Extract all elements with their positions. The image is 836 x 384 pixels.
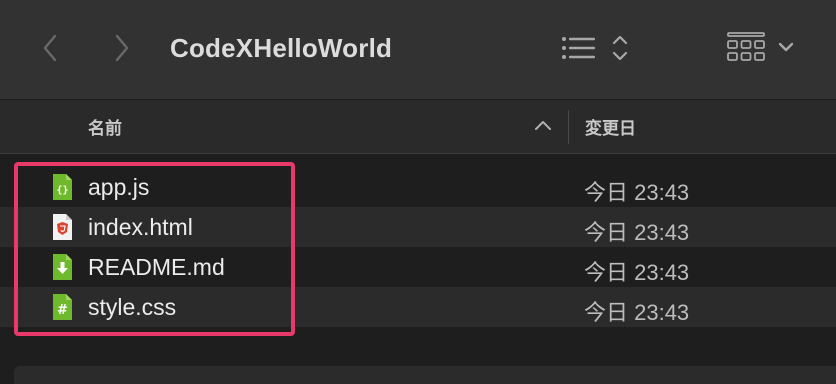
svg-text:#: # [57,303,68,318]
window-title: CodeXHelloWorld [170,33,393,63]
file-name: README.md [88,254,225,280]
file-date: 今日 23:43 [584,260,690,285]
file-name: app.js [88,174,150,200]
grid-view-button[interactable] [724,28,800,68]
chevron-left-icon [43,34,57,62]
file-row-app-js[interactable]: {} app.js 今日 23:43 [0,167,836,207]
back-button[interactable] [38,30,62,66]
finder-toolbar: CodeXHelloWorld [0,0,836,100]
html-file-icon [53,214,72,240]
bottom-panel-edge [14,366,836,384]
list-view-icon [562,35,628,61]
css-file-icon: # [53,294,72,320]
list-view-button[interactable] [560,30,632,66]
file-name: style.css [88,294,177,320]
column-header: 名前 変更日 [0,100,836,154]
name-column-header[interactable]: 名前 [88,114,122,139]
javascript-file-icon: {} [53,174,72,200]
file-row-readme-md[interactable]: README.md 今日 23:43 [0,247,836,287]
file-row-style-css[interactable]: # style.css 今日 23:43 [0,287,836,327]
file-date: 今日 23:43 [584,300,690,325]
forward-button[interactable] [110,30,134,66]
column-divider[interactable] [568,110,569,144]
file-date: 今日 23:43 [584,180,690,205]
markdown-file-icon [53,254,72,280]
chevron-right-icon [115,34,129,62]
file-list: {} app.js 今日 23:43 index.html 今日 23:43 R… [0,167,836,327]
icon-grid-view-icon [727,32,794,61]
file-row-index-html[interactable]: index.html 今日 23:43 [0,207,836,247]
file-date: 今日 23:43 [584,220,690,245]
svg-text:{}: {} [56,185,68,196]
sort-ascending-icon[interactable] [534,118,552,136]
date-column-header[interactable]: 変更日 [585,114,636,139]
file-name: index.html [88,214,193,240]
